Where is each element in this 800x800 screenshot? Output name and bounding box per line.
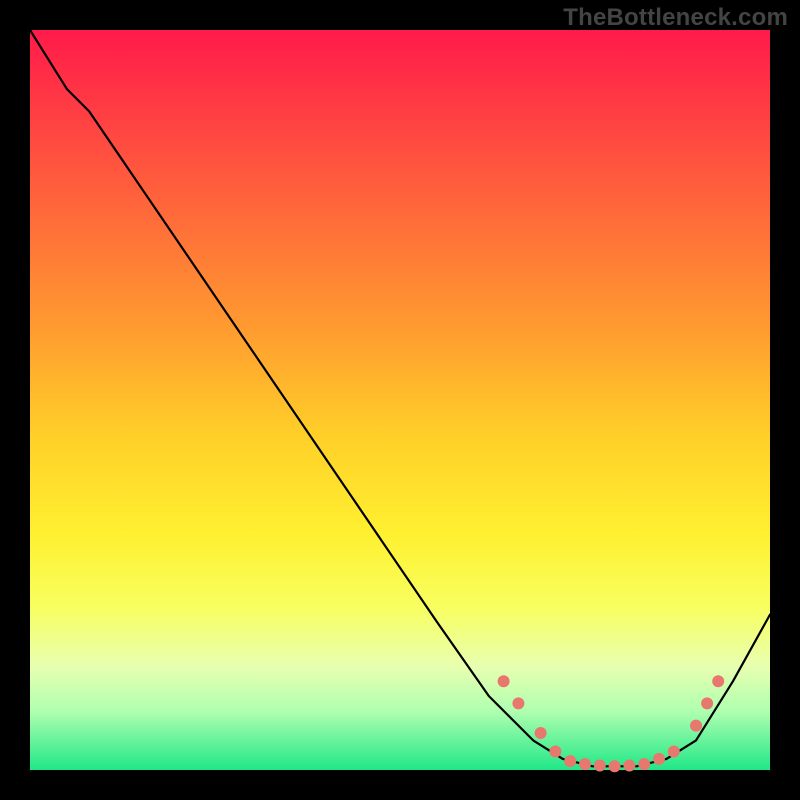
chart-svg xyxy=(0,0,800,800)
data-marker xyxy=(535,727,547,739)
data-marker xyxy=(712,675,724,687)
data-marker xyxy=(623,760,635,772)
data-marker xyxy=(609,760,621,772)
chart-container: TheBottleneck.com xyxy=(0,0,800,800)
watermark-text: TheBottleneck.com xyxy=(563,4,788,32)
data-marker xyxy=(579,758,591,770)
data-marker xyxy=(498,675,510,687)
data-marker xyxy=(512,697,524,709)
data-marker xyxy=(638,758,650,770)
data-marker xyxy=(701,697,713,709)
data-marker xyxy=(564,755,576,767)
data-marker xyxy=(668,746,680,758)
data-marker xyxy=(653,753,665,765)
data-marker xyxy=(594,760,606,772)
plot-background xyxy=(30,30,770,770)
data-marker xyxy=(549,746,561,758)
data-marker xyxy=(690,720,702,732)
